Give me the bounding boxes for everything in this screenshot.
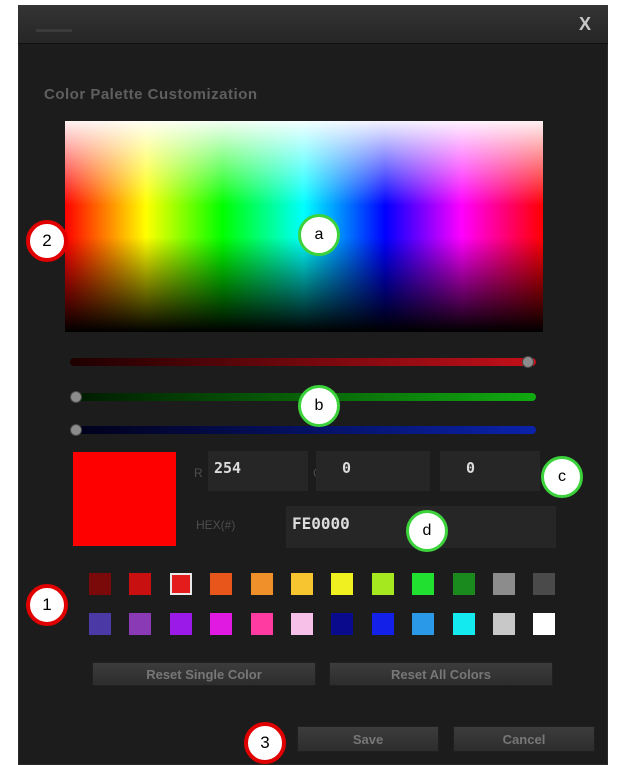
palette-swatch[interactable] [372, 613, 394, 635]
close-button[interactable]: X [574, 13, 596, 35]
r-label: R [194, 466, 203, 480]
palette-swatch[interactable] [533, 573, 555, 595]
palette-swatch[interactable] [291, 573, 313, 595]
palette-swatch[interactable] [170, 613, 192, 635]
palette-swatch[interactable] [372, 573, 394, 595]
dialog-heading: Color Palette Customization [44, 86, 258, 103]
r-value-field[interactable]: 254 [208, 451, 308, 491]
current-color-preview [73, 452, 176, 546]
callout-a: a [298, 214, 340, 256]
red-slider-thumb[interactable] [522, 356, 534, 368]
red-slider[interactable] [70, 356, 536, 368]
palette-swatch[interactable] [412, 613, 434, 635]
palette-swatch[interactable] [89, 573, 111, 595]
cancel-button[interactable]: Cancel [453, 726, 595, 752]
callout-3: 3 [244, 722, 286, 764]
title-placeholder [36, 29, 72, 32]
callout-2: 2 [26, 220, 68, 262]
callout-b: b [298, 385, 340, 427]
hex-label: HEX(#) [196, 518, 236, 532]
palette-swatch[interactable] [291, 613, 313, 635]
blue-slider-thumb[interactable] [70, 424, 82, 436]
reset-single-color-button[interactable]: Reset Single Color [92, 662, 316, 686]
palette-swatch[interactable] [210, 573, 232, 595]
palette-swatch[interactable] [129, 573, 151, 595]
callout-1: 1 [26, 584, 68, 626]
palette-swatch[interactable] [210, 613, 232, 635]
palette-swatch[interactable] [331, 573, 353, 595]
title-bar[interactable]: X [18, 5, 608, 44]
green-slider-thumb[interactable] [70, 391, 82, 403]
palette-swatch[interactable] [453, 573, 475, 595]
blue-slider[interactable] [70, 424, 536, 436]
callout-d: d [406, 510, 448, 552]
palette-swatch[interactable] [453, 613, 475, 635]
g-value-field[interactable]: 0 [316, 451, 430, 491]
palette-swatch[interactable] [493, 573, 515, 595]
palette-swatch[interactable] [331, 613, 353, 635]
palette-swatch[interactable] [493, 613, 515, 635]
callout-c: c [541, 456, 583, 498]
palette-swatch[interactable] [170, 573, 192, 595]
b-value-field[interactable]: 0 [440, 451, 540, 491]
palette-swatch[interactable] [129, 613, 151, 635]
save-button[interactable]: Save [297, 726, 439, 752]
palette-swatch[interactable] [412, 573, 434, 595]
palette-swatch[interactable] [89, 613, 111, 635]
reset-all-colors-button[interactable]: Reset All Colors [329, 662, 553, 686]
palette-swatch[interactable] [251, 573, 273, 595]
palette-swatch[interactable] [533, 613, 555, 635]
palette-swatch[interactable] [251, 613, 273, 635]
